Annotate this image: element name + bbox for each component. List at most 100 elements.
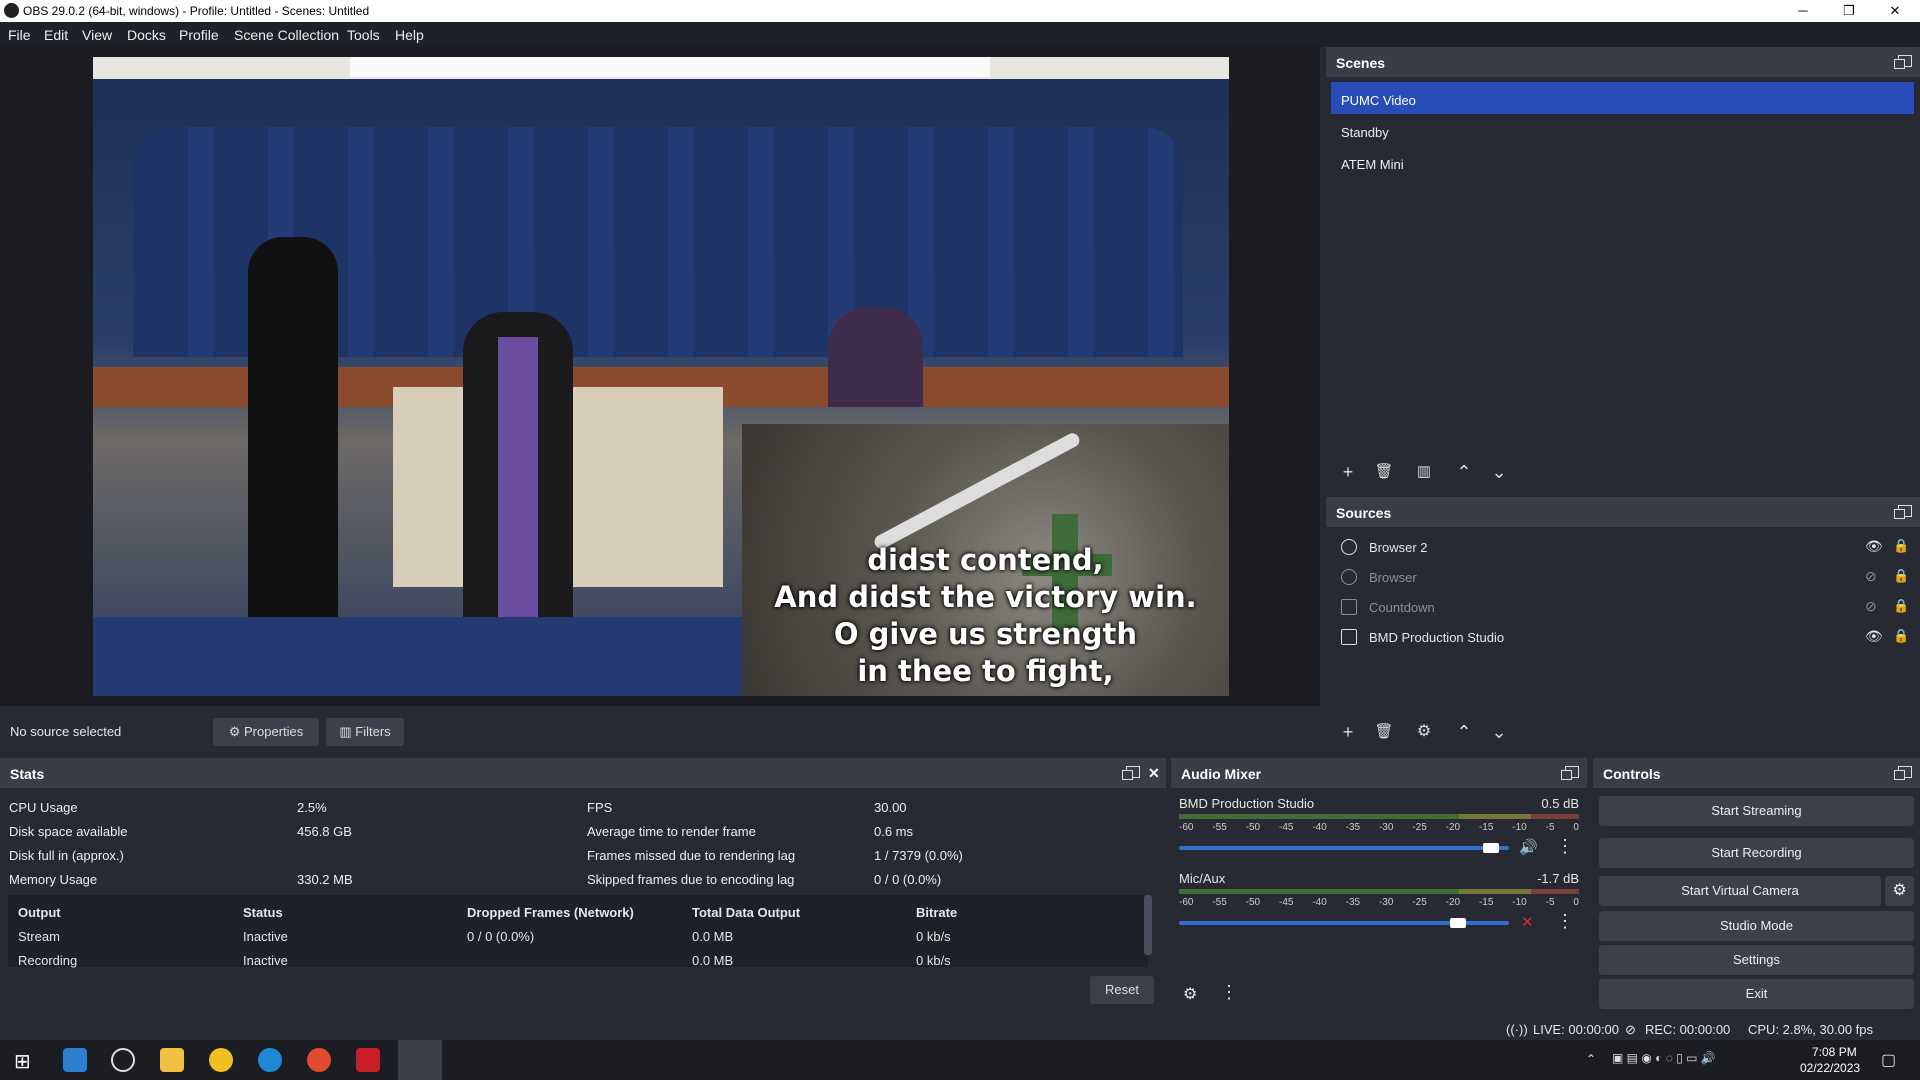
float-dock-icon[interactable] xyxy=(1894,766,1912,780)
move-down-icon[interactable]: ⌄ xyxy=(1486,459,1512,485)
no-source-label: No source selected xyxy=(10,724,122,739)
hidden-eye-icon[interactable]: ⊘ xyxy=(1865,598,1877,615)
float-dock-icon[interactable] xyxy=(1122,766,1140,780)
menu-tools[interactable]: Tools xyxy=(347,27,380,43)
properties-button[interactable]: ⚙ Properties xyxy=(213,718,319,746)
settings-button[interactable]: Settings xyxy=(1599,945,1914,975)
add-icon[interactable]: + xyxy=(1335,459,1361,485)
trash-icon[interactable]: 🗑 xyxy=(1371,459,1397,485)
move-up-icon[interactable]: ⌃ xyxy=(1451,719,1477,745)
explorer-app-icon[interactable] xyxy=(63,1048,87,1072)
muted-speaker-icon[interactable]: ✕ xyxy=(1521,913,1534,931)
lock-icon[interactable]: 🔒 xyxy=(1893,628,1909,644)
source-item[interactable]: Browser 2 👁 🔒 xyxy=(1331,533,1914,561)
lock-icon[interactable]: 🔒 xyxy=(1893,538,1909,554)
clock-date[interactable]: 02/22/2023 xyxy=(1800,1061,1860,1075)
browser-icon xyxy=(1341,539,1357,555)
hidden-eye-icon[interactable]: ⊘ xyxy=(1865,568,1877,585)
menu-scene-collection[interactable]: Scene Collection xyxy=(234,27,339,43)
menu-docks[interactable]: Docks xyxy=(127,27,166,43)
close-button[interactable]: ✕ xyxy=(1872,0,1918,22)
menu-profile[interactable]: Profile xyxy=(179,27,219,43)
lock-icon[interactable]: 🔒 xyxy=(1893,568,1909,584)
gear-icon[interactable]: ⚙ xyxy=(1411,719,1437,745)
edge-browser-icon[interactable] xyxy=(258,1048,282,1072)
app-icon[interactable] xyxy=(356,1048,380,1072)
minimize-button[interactable]: ─ xyxy=(1780,0,1826,22)
table-cell: 0.0 MB xyxy=(692,953,734,968)
volume-slider[interactable] xyxy=(1179,846,1509,850)
advanced-audio-gear-icon[interactable]: ⚙ xyxy=(1183,984,1197,1004)
source-item[interactable]: BMD Production Studio 👁 🔒 xyxy=(1331,623,1914,651)
restore-button[interactable]: ❐ xyxy=(1826,0,1872,22)
trash-icon[interactable]: 🗑 xyxy=(1371,719,1397,745)
menu-edit[interactable]: Edit xyxy=(44,27,68,43)
reset-button[interactable]: Reset xyxy=(1090,976,1154,1004)
stat-value: 30.00 xyxy=(874,800,907,815)
table-cell: 0 / 0 (0.0%) xyxy=(467,929,535,944)
channel-name: Mic/Aux xyxy=(1179,871,1226,886)
visibility-eye-icon[interactable]: 👁 xyxy=(1865,628,1883,645)
windows-start-icon[interactable]: ⊞ xyxy=(14,1049,31,1074)
close-icon[interactable]: ✕ xyxy=(1148,765,1160,782)
meter-ticks: -60 -55 -50 -45 -40 -35 -30 -25 -20 -15 -10 -5 0 xyxy=(1179,897,1579,908)
menu-file[interactable]: File xyxy=(8,27,31,43)
table-header: Bitrate xyxy=(916,905,958,920)
visibility-eye-icon[interactable]: 👁 xyxy=(1865,538,1883,555)
scene-item[interactable]: Standby xyxy=(1331,114,1914,146)
start-recording-button[interactable]: Start Recording xyxy=(1599,838,1914,868)
tray-chevron-icon[interactable]: ⌃ xyxy=(1586,1052,1596,1066)
scenes-header: Scenes xyxy=(1326,47,1920,77)
scrollbar[interactable] xyxy=(1144,895,1152,955)
menu-view[interactable]: View xyxy=(82,27,112,43)
float-dock-icon[interactable] xyxy=(1894,505,1912,519)
source-item[interactable]: Browser ⊘ 🔒 xyxy=(1331,563,1914,591)
chrome-browser-icon[interactable] xyxy=(307,1048,331,1072)
channel-db: -1.7 dB xyxy=(1537,871,1579,886)
controls-header: Controls xyxy=(1593,758,1920,788)
source-label: Countdown xyxy=(1369,600,1435,615)
more-options-icon[interactable]: ⋮ xyxy=(1556,911,1574,932)
menu-help[interactable]: Help xyxy=(395,27,424,43)
start-streaming-button[interactable]: Start Streaming xyxy=(1599,796,1914,826)
table-cell: 0.0 MB xyxy=(692,929,734,944)
add-icon[interactable]: + xyxy=(1335,719,1361,745)
camera-icon xyxy=(1341,629,1357,645)
tray-icons[interactable]: ▣ ▤ ◉ ◐ ◌ ▯ ▭ 🔊 xyxy=(1612,1051,1716,1065)
live-signal-icon: ((·)) xyxy=(1506,1022,1528,1037)
studio-mode-button[interactable]: Studio Mode xyxy=(1599,911,1914,941)
move-down-icon[interactable]: ⌄ xyxy=(1486,719,1512,745)
table-header: Dropped Frames (Network) xyxy=(467,905,634,920)
stat-label: Disk space available xyxy=(9,824,128,839)
filter-icon[interactable]: ▥ xyxy=(1411,459,1437,485)
speaker-icon[interactable]: 🔊 xyxy=(1519,838,1538,856)
exit-button[interactable]: Exit xyxy=(1599,979,1914,1009)
slider-handle[interactable] xyxy=(1450,918,1466,928)
start-virtual-camera-button[interactable]: Start Virtual Camera xyxy=(1599,876,1881,906)
scene-item[interactable]: ATEM Mini xyxy=(1331,146,1914,178)
source-label: BMD Production Studio xyxy=(1369,630,1505,645)
radiation-app-icon[interactable] xyxy=(209,1048,233,1072)
lyric-line: And didst the victory win. xyxy=(774,580,1197,614)
lyric-line: in thee to fight, xyxy=(857,654,1114,688)
notification-icon[interactable]: ▢ xyxy=(1881,1050,1896,1070)
filters-button[interactable]: ▥ Filters xyxy=(326,718,404,746)
slider-handle[interactable] xyxy=(1483,843,1499,853)
table-cell: Inactive xyxy=(243,929,288,944)
folder-icon[interactable] xyxy=(160,1048,184,1072)
stat-value: 2.5% xyxy=(297,800,327,815)
source-toolbar: No source selected ⚙ Properties ▥ Filter… xyxy=(0,711,1320,752)
clock-time[interactable]: 7:08 PM xyxy=(1812,1045,1857,1059)
float-dock-icon[interactable] xyxy=(1894,55,1912,69)
source-item[interactable]: Countdown ⊘ 🔒 xyxy=(1331,593,1914,621)
virtual-camera-gear-icon[interactable]: ⚙ xyxy=(1885,876,1914,906)
stat-value: 1 / 7379 (0.0%) xyxy=(874,848,963,863)
lock-icon[interactable]: 🔒 xyxy=(1893,598,1909,614)
float-dock-icon[interactable] xyxy=(1561,766,1579,780)
more-options-icon[interactable]: ⋮ xyxy=(1556,836,1574,857)
scene-item[interactable]: PUMC Video xyxy=(1331,82,1914,114)
move-up-icon[interactable]: ⌃ xyxy=(1451,459,1477,485)
mixer-menu-icon[interactable]: ⋮ xyxy=(1220,982,1238,1003)
active-window-tab[interactable] xyxy=(398,1040,442,1080)
obs-app-icon[interactable] xyxy=(111,1048,135,1072)
